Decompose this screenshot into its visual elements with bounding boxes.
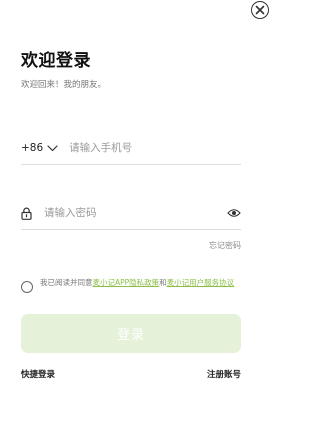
password-input[interactable] <box>44 207 194 219</box>
chevron-down-icon <box>47 144 58 151</box>
password-field-row <box>21 197 241 230</box>
lock-icon <box>21 207 32 220</box>
page-subtitle: 欢迎回来！我的朋友。 <box>21 80 107 90</box>
login-button[interactable]: 登录 <box>21 314 241 353</box>
agreement-connector: 和 <box>159 278 167 287</box>
eye-icon <box>227 209 241 217</box>
register-link[interactable]: 注册账号 <box>207 368 241 380</box>
page-title: 欢迎登录 <box>21 51 91 71</box>
quick-login-link[interactable]: 快捷登录 <box>21 368 55 380</box>
close-button[interactable] <box>251 1 269 19</box>
privacy-policy-link[interactable]: 麦小记APP隐私政策 <box>93 278 160 287</box>
phone-field-row: +86 <box>21 132 241 165</box>
phone-input[interactable] <box>69 142 220 154</box>
country-code-label: +86 <box>21 142 44 154</box>
agreement-radio[interactable] <box>21 281 33 293</box>
agreement-row: 我已阅读并同意麦小记APP隐私政策和麦小记用户服务协议 <box>21 277 243 293</box>
agreement-prefix: 我已阅读并同意 <box>40 278 93 287</box>
agreement-text: 我已阅读并同意麦小记APP隐私政策和麦小记用户服务协议 <box>40 277 243 288</box>
user-terms-link[interactable]: 麦小记用户服务协议 <box>167 278 235 287</box>
forgot-password-link[interactable]: 忘记密码 <box>209 240 241 251</box>
toggle-password-visibility-button[interactable] <box>227 208 241 218</box>
close-icon <box>255 5 265 15</box>
country-code-selector[interactable]: +86 <box>21 142 58 154</box>
